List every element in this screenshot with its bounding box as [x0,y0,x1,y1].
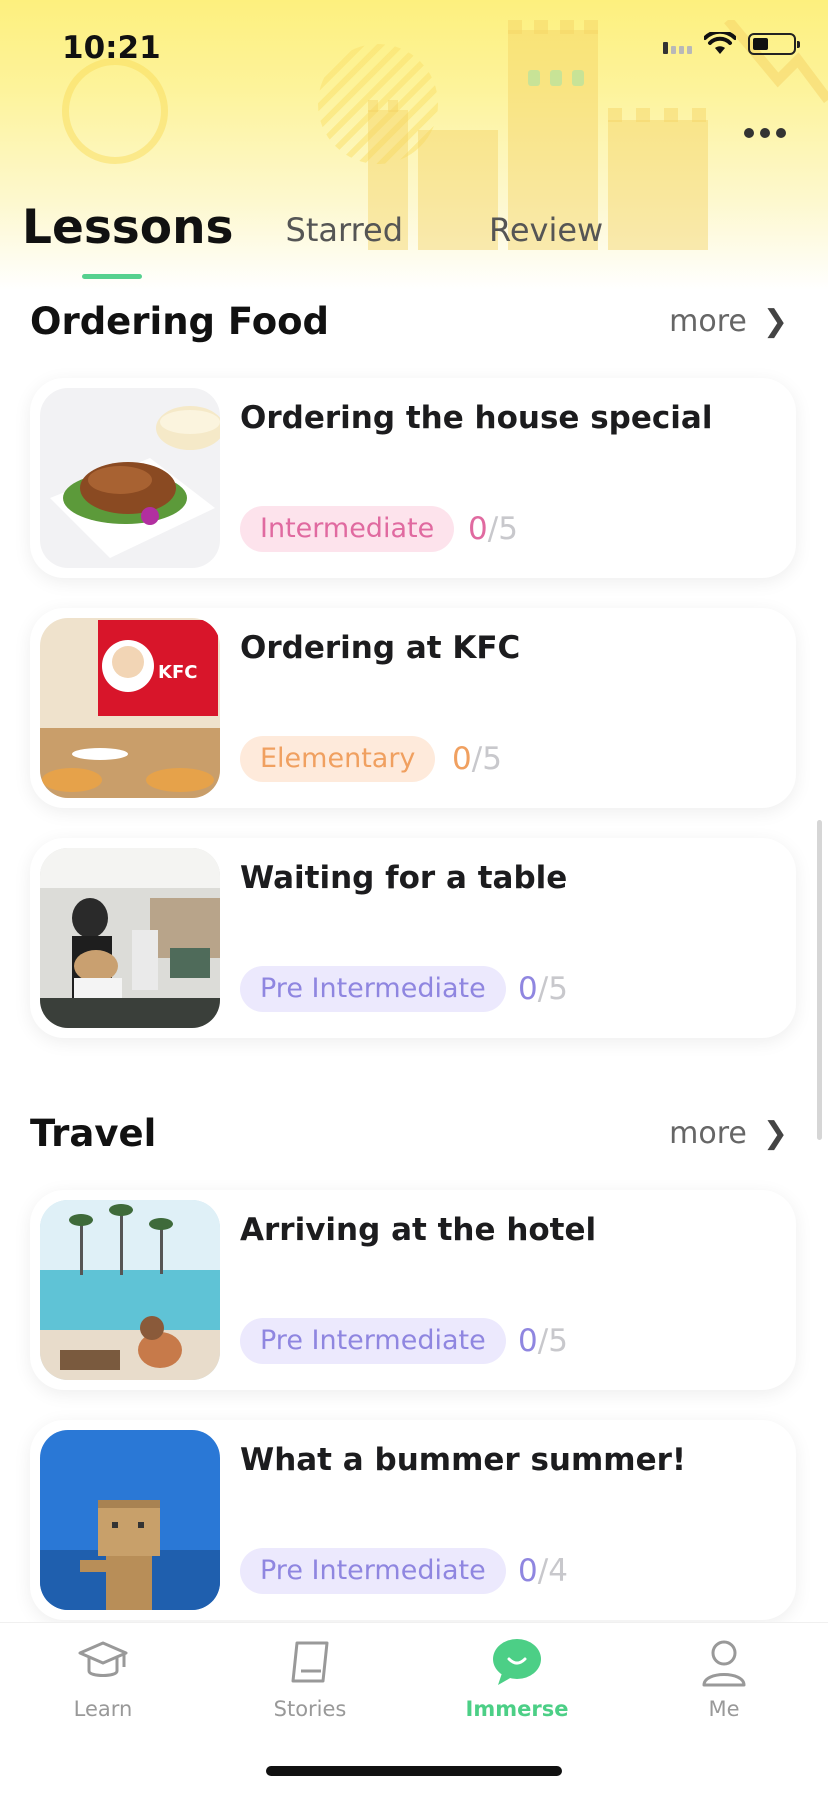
hotel-pool-image [40,1200,220,1380]
level-badge: Pre Intermediate [240,1548,506,1594]
lesson-title: Ordering the house special [240,400,713,436]
more-options-button[interactable] [744,128,786,138]
section-title-ordering-food: Ordering Food [30,300,330,343]
progress-done: 0 [518,1553,538,1589]
progress-total: 4 [548,1553,568,1589]
chevron-right-icon: ❯ [762,1116,788,1151]
wifi-icon [704,32,736,54]
tabbar-item-learn[interactable]: Learn [43,1637,163,1721]
progress-separator: / [537,1553,549,1589]
person-icon [702,1640,746,1687]
tabbar-item-me[interactable]: Me [664,1637,784,1721]
lesson-progress: 0/4 [518,1548,568,1594]
progress-total: 5 [482,741,502,777]
scrollbar[interactable] [817,820,822,1140]
svg-text:KFC: KFC [158,662,197,683]
tabbar-label: Learn [73,1697,133,1721]
more-label: more [669,1116,747,1151]
chevron-right-icon: ❯ [762,304,788,339]
lesson-title: Waiting for a table [240,860,568,896]
battery-icon [748,33,800,55]
dot-icon [760,128,770,138]
tabbar-item-stories[interactable]: Stories [250,1637,370,1721]
progress-separator: / [487,511,499,547]
level-badge: Intermediate [240,506,455,552]
cellular-signal-icon [663,34,692,54]
dot-icon [744,128,754,138]
battery-level [753,38,768,50]
tabbar-label: Stories [273,1697,347,1721]
tabbar-label: Me [708,1697,740,1721]
lesson-progress: 0/5 [518,1318,568,1364]
more-link-ordering-food[interactable]: more ❯ [669,304,788,339]
lesson-progress: 0/5 [468,506,518,552]
status-time: 10:21 [62,30,161,66]
progress-done: 0 [518,1323,538,1359]
progress-done: 0 [452,741,472,777]
lesson-title: Ordering at KFC [240,630,521,666]
decorative-circle [62,58,168,164]
progress-separator: / [537,1323,549,1359]
progress-separator: / [471,741,483,777]
lesson-progress: 0/5 [452,736,502,782]
progress-total: 5 [498,511,518,547]
lesson-card-bummer-summer[interactable]: What a bummer summer! Pre Intermediate 0… [30,1420,796,1620]
tab-starred[interactable]: Starred [286,211,404,249]
more-label: more [669,304,747,339]
busy-restaurant-image [40,848,220,1028]
book-icon [291,1641,329,1683]
tabbar-item-immerse[interactable]: Immerse [457,1637,577,1721]
lesson-title: What a bummer summer! [240,1442,687,1478]
cardboard-robot-image [40,1430,220,1610]
status-icons [663,32,800,56]
home-indicator[interactable] [266,1766,562,1776]
roast-duck-image [40,388,220,568]
progress-separator: / [537,971,549,1007]
tabbar-label: Immerse [465,1697,569,1721]
lesson-card-house-special[interactable]: Ordering the house special Intermediate … [30,378,796,578]
progress-done: 0 [518,971,538,1007]
lesson-card-hotel[interactable]: Arriving at the hotel Pre Intermediate 0… [30,1190,796,1390]
lesson-card-waiting-table[interactable]: Waiting for a table Pre Intermediate 0/5 [30,838,796,1038]
progress-total: 5 [548,971,568,1007]
more-link-travel[interactable]: more ❯ [669,1116,788,1151]
progress-done: 0 [468,511,488,547]
lesson-progress: 0/5 [518,966,568,1012]
dot-icon [776,128,786,138]
header-tabs: Lessons Starred Review [22,200,603,255]
tab-lessons[interactable]: Lessons [22,200,234,255]
lesson-title: Arriving at the hotel [240,1212,597,1248]
active-tab-indicator [82,274,142,279]
level-badge: Pre Intermediate [240,1318,506,1364]
level-badge: Pre Intermediate [240,966,506,1012]
graduation-cap-icon [78,1641,128,1677]
section-title-travel: Travel [30,1112,157,1155]
level-badge: Elementary [240,736,436,782]
chat-bubble-icon [493,1639,541,1685]
progress-total: 5 [548,1323,568,1359]
kfc-restaurant-image: KFC [40,618,220,798]
lesson-card-kfc[interactable]: KFC Ordering at KFC Elementary 0/5 [30,608,796,808]
tab-review[interactable]: Review [489,211,603,249]
